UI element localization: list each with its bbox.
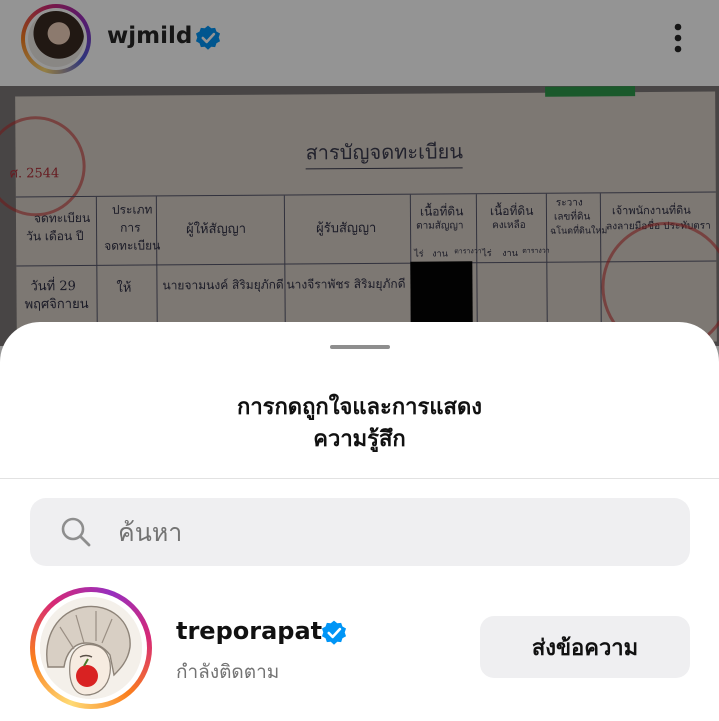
avatar <box>40 597 142 699</box>
send-message-button[interactable]: ส่งข้อความ <box>480 616 690 678</box>
divider <box>0 478 719 479</box>
drag-handle[interactable] <box>330 345 390 349</box>
avatar-illustration <box>40 597 142 699</box>
story-ring[interactable] <box>30 587 152 709</box>
reactions-sheet: การกดถูกใจและการแสดง ความรู้สึก ค้นหา tr… <box>0 322 719 721</box>
sheet-title: การกดถูกใจและการแสดง ความรู้สึก <box>237 395 482 452</box>
search-bar[interactable] <box>30 498 690 566</box>
search-icon <box>61 517 91 547</box>
username[interactable]: treporapat <box>176 617 322 645</box>
search-input[interactable] <box>118 498 658 566</box>
verified-badge-icon <box>321 620 347 645</box>
list-item[interactable]: treporapat กำลังติดตาม ส่งข้อความ <box>0 584 719 714</box>
following-status: กำลังติดตาม <box>176 661 280 683</box>
